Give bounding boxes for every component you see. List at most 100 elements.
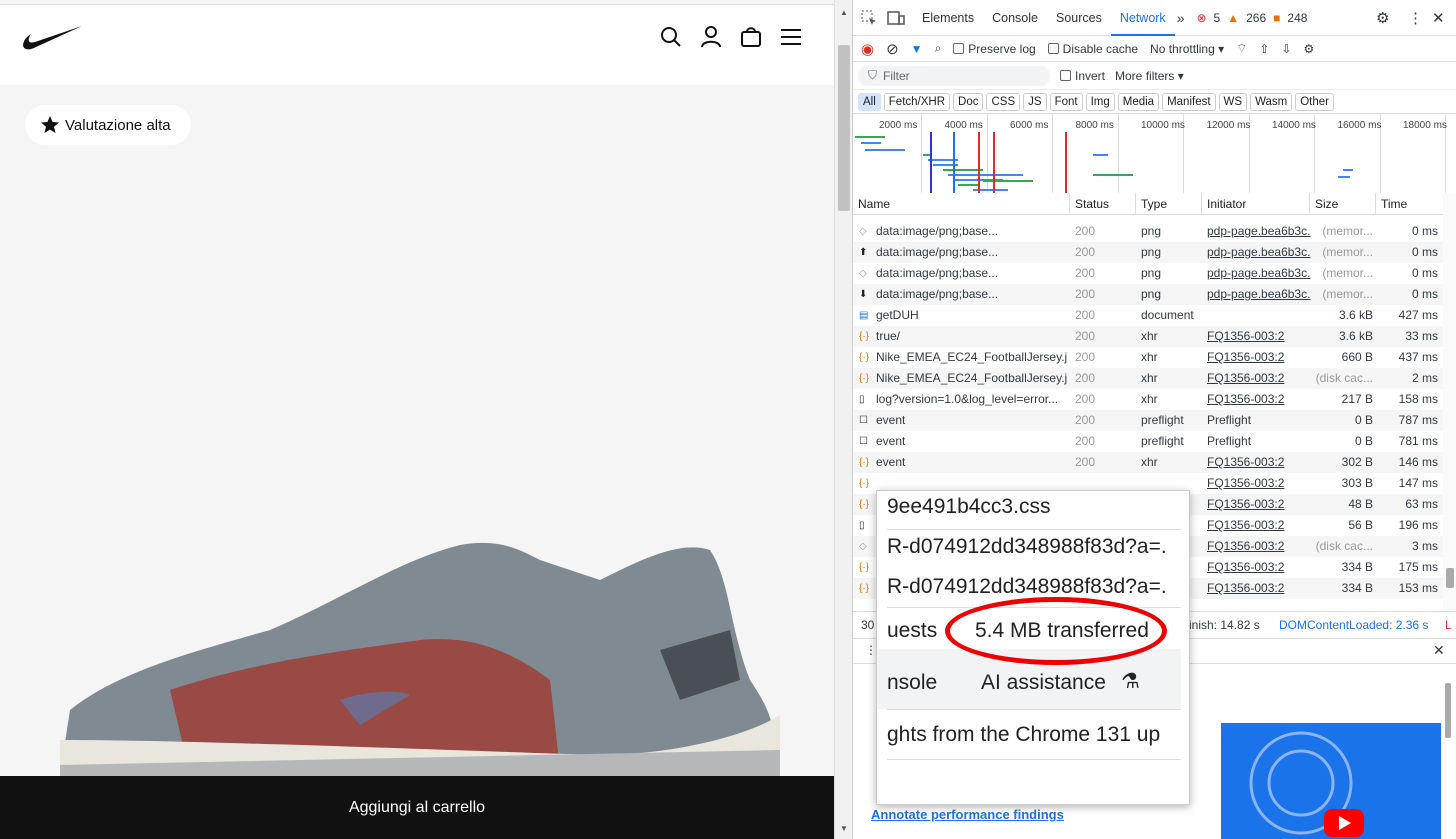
device-toolbar-icon[interactable] <box>887 10 905 26</box>
tab-console[interactable]: Console <box>983 0 1047 36</box>
type-filter-css[interactable]: CSS <box>986 92 1021 111</box>
zoom-line-url-2: R-d074912dd348988f83d?a=. <box>887 575 1167 598</box>
table-row[interactable]: ◇ data:image/png;base... 200 png pdp-page.be… <box>853 221 1443 242</box>
panel-scrollbar[interactable] <box>1441 673 1455 833</box>
invert-checkbox[interactable]: Invert <box>1060 69 1105 83</box>
column-size[interactable]: Size <box>1310 193 1376 214</box>
table-scrollbar[interactable] <box>1443 193 1456 611</box>
disable-cache-checkbox[interactable]: Disable cache <box>1047 41 1139 56</box>
tab-elements[interactable]: Elements <box>913 0 983 36</box>
cell-initiator[interactable]: FQ1356-003:2 <box>1207 557 1311 578</box>
export-har-icon[interactable]: ⇩ <box>1281 42 1291 56</box>
cell-name: true/ <box>876 329 901 343</box>
close-drawer-icon[interactable]: ✕ <box>1433 642 1445 659</box>
cell-initiator[interactable]: FQ1356-003:2 <box>1207 347 1311 368</box>
type-filter-fetchxhr[interactable]: Fetch/XHR <box>883 92 951 111</box>
cell-initiator[interactable]: Preflight <box>1207 410 1311 431</box>
cell-initiator[interactable]: FQ1356-003:2 <box>1207 515 1311 536</box>
type-filter-img[interactable]: Img <box>1085 92 1115 111</box>
kebab-menu-icon[interactable]: ⋮ <box>1408 9 1423 27</box>
table-row[interactable]: {·} Nike_EMEA_EC24_FootballJersey.j... 200… <box>853 368 1443 389</box>
type-filter-wasm[interactable]: Wasm <box>1250 92 1293 111</box>
network-overview-timeline[interactable]: 2000 ms 4000 ms 6000 ms 8000 ms 10000 ms 1200… <box>853 114 1456 196</box>
cell-initiator[interactable]: FQ1356-003:2 <box>1207 578 1311 599</box>
disable-cache-label: Disable cache <box>1062 41 1139 56</box>
network-settings-icon[interactable]: ⚙ <box>1304 42 1315 56</box>
bag-icon[interactable] <box>740 26 762 48</box>
column-time[interactable]: Time <box>1376 193 1443 214</box>
search-icon[interactable]: ⌕ <box>935 41 942 56</box>
cell-initiator[interactable]: pdp-page.bea6b3c. <box>1207 242 1311 263</box>
settings-icon[interactable]: ⚙ <box>1376 9 1389 27</box>
more-filters-dropdown[interactable]: More filters ▾ <box>1115 69 1184 83</box>
video-thumbnail[interactable] <box>1221 723 1441 839</box>
preserve-log-checkbox[interactable]: Preserve log <box>953 42 1036 56</box>
cell-type: png <box>1141 245 1162 259</box>
account-icon[interactable] <box>700 26 722 48</box>
table-row[interactable]: ☐ event 200 preflight Preflight 0 B 781 ms <box>853 431 1443 452</box>
tab-sources[interactable]: Sources <box>1047 0 1111 36</box>
filter-input[interactable]: ⛉ Filter <box>858 65 1050 86</box>
column-name[interactable]: Name <box>853 193 1070 214</box>
type-filter-js[interactable]: JS <box>1023 92 1047 111</box>
close-devtools-icon[interactable]: ✕ <box>1432 9 1445 27</box>
scroll-up-icon[interactable]: ▲ <box>840 8 848 17</box>
type-filter-doc[interactable]: Doc <box>953 92 984 111</box>
timeline-request-bar <box>1338 176 1350 178</box>
type-filter-all[interactable]: All <box>858 92 881 111</box>
table-row[interactable]: ⬆ data:image/png;base... 200 png pdp-page.be… <box>853 242 1443 263</box>
network-conditions-icon[interactable]: ⌔ <box>1236 41 1247 56</box>
timeline-tick-label: 2000 ms <box>879 120 918 131</box>
column-initiator[interactable]: Initiator <box>1202 193 1310 214</box>
table-scroll-thumb[interactable] <box>1446 568 1454 588</box>
cell-size: (memor... <box>1322 245 1373 259</box>
cell-initiator[interactable]: FQ1356-003:2 <box>1207 326 1311 347</box>
type-filter-other[interactable]: Other <box>1295 92 1334 111</box>
cell-size: (memor... <box>1322 266 1373 280</box>
inspect-icon[interactable] <box>861 10 877 26</box>
cell-initiator[interactable]: FQ1356-003:2 <box>1207 452 1311 473</box>
add-to-cart-button[interactable]: Aggiungi al carrello <box>0 776 834 839</box>
cell-initiator[interactable]: pdp-page.bea6b3c. <box>1207 263 1311 284</box>
clear-icon[interactable]: ⊘ <box>886 40 899 58</box>
table-row[interactable]: ☐ event 200 preflight Preflight 0 B 787 ms <box>853 410 1443 431</box>
import-har-icon[interactable]: ⇧ <box>1259 42 1269 56</box>
record-icon[interactable]: ◉ <box>861 40 874 58</box>
type-filter-manifest[interactable]: Manifest <box>1162 92 1216 111</box>
cell-initiator[interactable]: FQ1356-003:2 <box>1207 473 1311 494</box>
cell-initiator[interactable]: FQ1356-003:2 <box>1207 536 1311 557</box>
column-type[interactable]: Type <box>1136 193 1202 214</box>
nike-logo[interactable] <box>22 25 84 51</box>
annotate-findings-link[interactable]: Annotate performance findings <box>871 807 1064 822</box>
table-row[interactable]: {·} event 200 xhr FQ1356-003:2 302 B 146 ms <box>853 452 1443 473</box>
cell-type: xhr <box>1141 329 1158 343</box>
highlight-annotation <box>945 597 1167 665</box>
type-filter-media[interactable]: Media <box>1117 92 1160 111</box>
table-row[interactable]: ◇ data:image/png;base... 200 png pdp-page.be… <box>853 263 1443 284</box>
cell-initiator[interactable]: pdp-page.bea6b3c. <box>1207 284 1311 305</box>
cell-initiator[interactable]: FQ1356-003:2 <box>1207 368 1311 389</box>
menu-icon[interactable] <box>780 26 802 48</box>
table-row[interactable]: ▯ log?version=1.0&log_level=error... 200 xh… <box>853 389 1443 410</box>
scroll-down-icon[interactable]: ▼ <box>840 824 848 833</box>
more-tabs-icon[interactable]: » <box>1177 10 1185 26</box>
type-filter-ws[interactable]: WS <box>1218 92 1248 111</box>
tab-network[interactable]: Network <box>1110 0 1175 36</box>
table-row[interactable]: {·} true/200 xhr FQ1356-003:2 3.6 kB 33 ms <box>853 326 1443 347</box>
column-status[interactable]: Status <box>1070 193 1136 214</box>
cell-initiator[interactable]: FQ1356-003:2 <box>1207 494 1311 515</box>
timeline-tick-label: 12000 ms <box>1206 120 1251 131</box>
scroll-thumb[interactable] <box>838 45 850 211</box>
table-row[interactable]: ▤ getDUH 200 document 3.6 kB 427 ms <box>853 305 1443 326</box>
table-row[interactable]: {·} Nike_EMEA_EC24_FootballJersey.j... 200… <box>853 347 1443 368</box>
cell-initiator[interactable]: FQ1356-003:2 <box>1207 389 1311 410</box>
cell-initiator[interactable]: Preflight <box>1207 431 1311 452</box>
page-scrollbar[interactable]: ▲ ▼ <box>834 0 852 839</box>
table-row[interactable]: ⬇ data:image/png;base... 200 png pdp-page.be… <box>853 284 1443 305</box>
search-icon[interactable] <box>660 26 682 48</box>
type-filter-font[interactable]: Font <box>1049 92 1083 111</box>
filter-icon[interactable]: ▼ <box>911 42 923 56</box>
cell-initiator[interactable]: pdp-page.bea6b3c. <box>1207 221 1311 242</box>
throttling-select[interactable]: No throttling ▾ <box>1150 42 1224 56</box>
issue-counters[interactable]: ⊗ 5 ▲ 266 ■ 248 <box>1196 11 1314 25</box>
